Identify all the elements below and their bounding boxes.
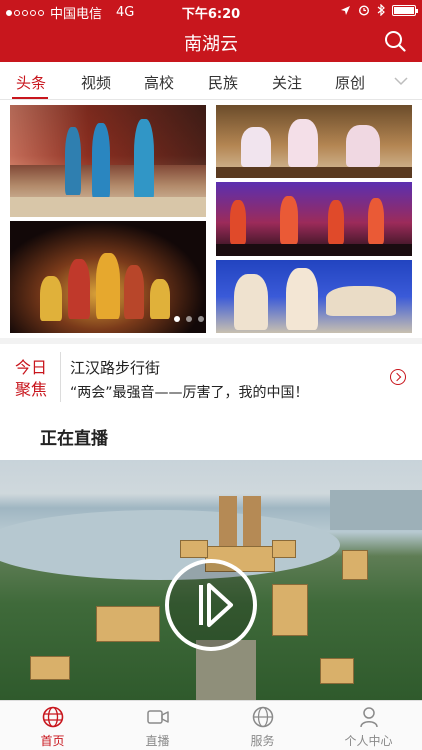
campus-building <box>272 540 296 558</box>
pager-dot[interactable] <box>198 316 204 322</box>
dance-photo-1[interactable] <box>10 105 206 217</box>
tabbar-label: 服务 <box>250 734 275 748</box>
bluetooth-icon <box>377 4 385 16</box>
focus-headline-2[interactable]: “两会”最强音——厉害了，我的中国！ <box>70 382 309 402</box>
focus-badge-line: 聚焦 <box>14 380 47 399</box>
chevron-right-icon[interactable] <box>390 369 406 385</box>
tab-university[interactable]: 高校 <box>144 72 174 93</box>
bottom-tab-bar: 首页 直播 服务 个人中心 <box>0 700 422 750</box>
video-camera-icon <box>147 710 169 724</box>
alarm-icon <box>358 5 370 16</box>
divider <box>60 352 61 402</box>
globe-grid-icon <box>252 706 274 728</box>
focus-badge-line: 今日 <box>14 358 47 377</box>
photo-carousel[interactable] <box>0 100 422 338</box>
chevron-down-icon[interactable] <box>394 74 408 88</box>
app-header: 中国电信 4G 下午6:20 南湖云 <box>0 0 422 62</box>
page-title: 南湖云 <box>184 34 238 55</box>
active-tab-indicator <box>12 97 48 99</box>
campus-building <box>342 550 368 580</box>
tab-headline[interactable]: 头条 <box>16 72 46 93</box>
tabbar-label: 直播 <box>145 734 170 748</box>
pager-dot[interactable] <box>174 316 180 322</box>
campus-building <box>180 540 208 558</box>
tabbar-profile[interactable]: 个人中心 <box>316 701 421 750</box>
globe-icon <box>42 706 64 728</box>
battery-icon <box>392 4 418 16</box>
tabbar-label: 个人中心 <box>344 734 393 748</box>
city-skyline <box>330 490 422 530</box>
user-icon <box>360 707 378 728</box>
campus-building <box>30 656 70 680</box>
tab-ethnic[interactable]: 民族 <box>208 72 238 93</box>
dance-photo-4[interactable] <box>216 182 412 256</box>
tabbar-home[interactable]: 首页 <box>0 701 105 750</box>
tabbar-live[interactable]: 直播 <box>105 701 210 750</box>
focus-headline-1[interactable]: 江汉路步行街 <box>70 357 160 378</box>
play-icon[interactable] <box>165 559 257 651</box>
tabbar-label: 首页 <box>40 734 65 748</box>
location-arrow-icon <box>341 5 350 15</box>
category-tabs: 头条 视频 高校 民族 关注 原创 <box>0 62 422 100</box>
tab-follow[interactable]: 关注 <box>272 72 302 93</box>
today-focus-card[interactable]: 今日聚焦 江汉路步行街 “两会”最强音——厉害了，我的中国！ <box>0 344 422 408</box>
focus-badge: 今日 聚焦 <box>12 357 50 401</box>
dance-photo-5[interactable] <box>216 260 412 333</box>
search-icon[interactable] <box>384 30 406 52</box>
campus-building <box>272 584 308 636</box>
tabbar-services[interactable]: 服务 <box>210 701 315 750</box>
pager-dot[interactable] <box>186 316 192 322</box>
tab-video[interactable]: 视频 <box>81 72 111 93</box>
tab-original[interactable]: 原创 <box>335 72 365 93</box>
live-section-title: 正在直播 <box>40 429 108 449</box>
live-stream-banner[interactable] <box>0 460 422 700</box>
dance-photo-3[interactable] <box>216 105 412 178</box>
campus-building <box>320 658 354 684</box>
campus-building <box>96 606 160 642</box>
carousel-pager <box>174 316 204 322</box>
status-bar: 中国电信 4G 下午6:20 <box>0 0 422 22</box>
